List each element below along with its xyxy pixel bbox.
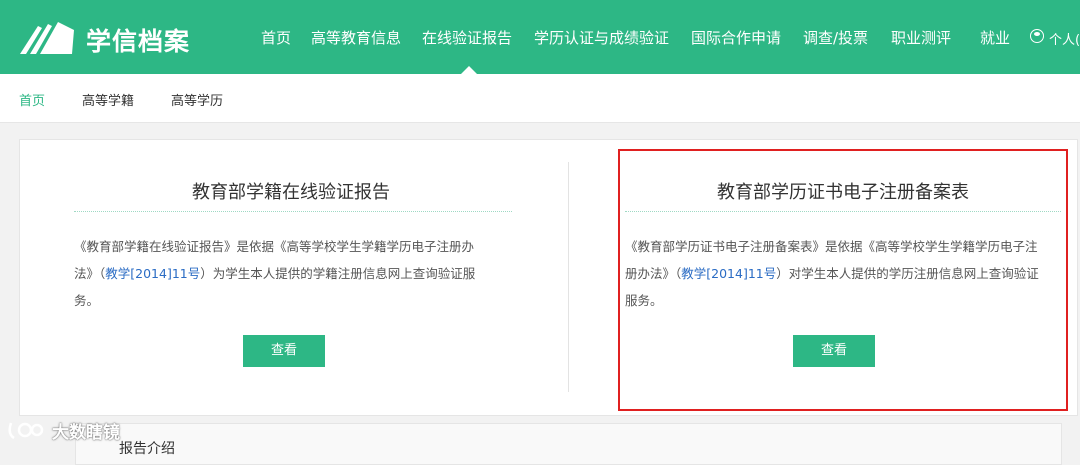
watermark-logo-icon bbox=[8, 422, 44, 440]
nav-international-cooperation[interactable]: 国际合作申请 bbox=[691, 27, 781, 48]
nav-survey-vote[interactable]: 调查/投票 bbox=[803, 27, 868, 48]
user-icon[interactable] bbox=[1030, 29, 1044, 43]
active-nav-caret-icon bbox=[461, 66, 477, 74]
panel-title-student-status-report: 教育部学籍在线验证报告 bbox=[192, 182, 390, 203]
title-underline bbox=[74, 211, 512, 212]
desc-line: 《教育部学籍在线验证报告》是依据《高等学校学生学籍学历电子注册办 bbox=[74, 239, 475, 254]
subnav-home[interactable]: 首页 bbox=[19, 90, 45, 109]
nav-employment[interactable]: 就业 bbox=[980, 27, 1010, 48]
nav-home[interactable]: 首页 bbox=[261, 27, 291, 48]
subnav-student-status[interactable]: 高等学籍 bbox=[82, 90, 134, 109]
subnav-degree[interactable]: 高等学历 bbox=[171, 90, 223, 109]
panel-divider bbox=[568, 162, 569, 392]
nav-career-assessment[interactable]: 职业测评 bbox=[891, 27, 951, 48]
nav-higher-education-info[interactable]: 高等教育信息 bbox=[311, 27, 401, 48]
watermark-text: 大数瞎镜 bbox=[52, 423, 120, 443]
regulation-link[interactable]: 教学[2014]11号 bbox=[105, 266, 200, 281]
nav-online-verification-report[interactable]: 在线验证报告 bbox=[422, 27, 512, 48]
nav-degree-certification[interactable]: 学历认证与成绩验证 bbox=[534, 27, 669, 48]
desc-line: 务。 bbox=[74, 293, 100, 308]
view-button-student-status[interactable]: 查看 bbox=[243, 335, 325, 367]
top-navbar: 学信档案 首页 高等教育信息 在线验证报告 学历认证与成绩验证 国际合作申请 调… bbox=[0, 0, 1080, 74]
brand-title[interactable]: 学信档案 bbox=[86, 22, 190, 58]
panel-description: 《教育部学籍在线验证报告》是依据《高等学校学生学籍学历电子注册办 法》（教学[2… bbox=[74, 233, 524, 314]
logo-icon bbox=[20, 22, 74, 54]
sub-navbar: 首页 高等学籍 高等学历 bbox=[0, 74, 1080, 123]
desc-line: 法》（教学[2014]11号）为学生本人提供的学籍注册信息网上查询验证服 bbox=[74, 266, 476, 281]
nav-personal-center[interactable]: 个人( bbox=[1049, 29, 1080, 48]
report-intro-title: 报告介绍 bbox=[119, 441, 175, 457]
report-intro-panel bbox=[75, 423, 1062, 465]
highlight-box bbox=[618, 149, 1068, 411]
